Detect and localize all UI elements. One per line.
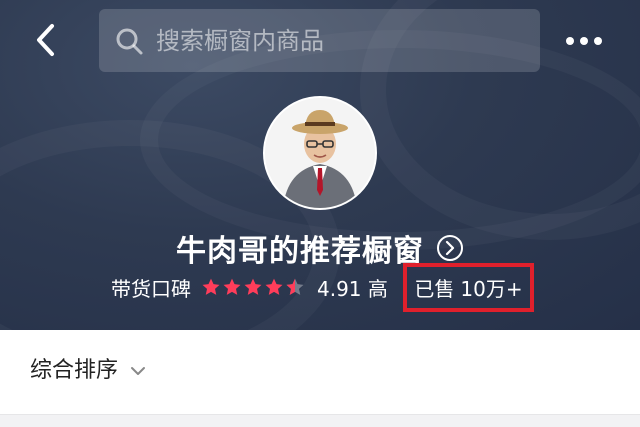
sort-label: 综合排序 [30,358,119,383]
search-placeholder: 搜索橱窗内商品 [156,27,324,55]
more-dots-icon [566,37,602,45]
sold-count-highlight: 已售 10万+ [403,263,534,312]
sold-label: 已售 [414,277,455,301]
back-button[interactable] [30,22,62,58]
chevron-right-circle-icon[interactable] [436,234,464,262]
star-full-icon [244,278,262,295]
star-full-icon [265,278,283,295]
more-options-button[interactable] [564,33,604,49]
sort-dropdown[interactable]: 综合排序 [30,356,146,386]
search-icon [116,28,143,55]
star-full-icon [202,278,220,295]
star-full-icon [223,278,241,295]
sort-bar: 综合排序 [0,330,640,414]
shop-name: 牛肉哥的推荐橱窗 [176,234,424,269]
shop-title-row[interactable]: 牛肉哥的推荐橱窗 [0,226,640,270]
search-input[interactable]: 搜索橱窗内商品 [99,9,540,72]
chevron-down-icon [131,367,146,375]
rating-label: 带货口碑 [111,276,191,301]
sold-value: 10万+ [460,277,523,301]
shop-rating-row: 带货口碑 4.91 高 [111,272,413,302]
avatar-image [265,98,375,208]
star-half-icon [286,278,304,295]
avatar[interactable] [263,96,377,210]
rating-stars [201,277,305,297]
section-divider [0,414,640,427]
rating-score: 4.91 高 [317,276,388,301]
back-chevron-icon [37,24,54,56]
